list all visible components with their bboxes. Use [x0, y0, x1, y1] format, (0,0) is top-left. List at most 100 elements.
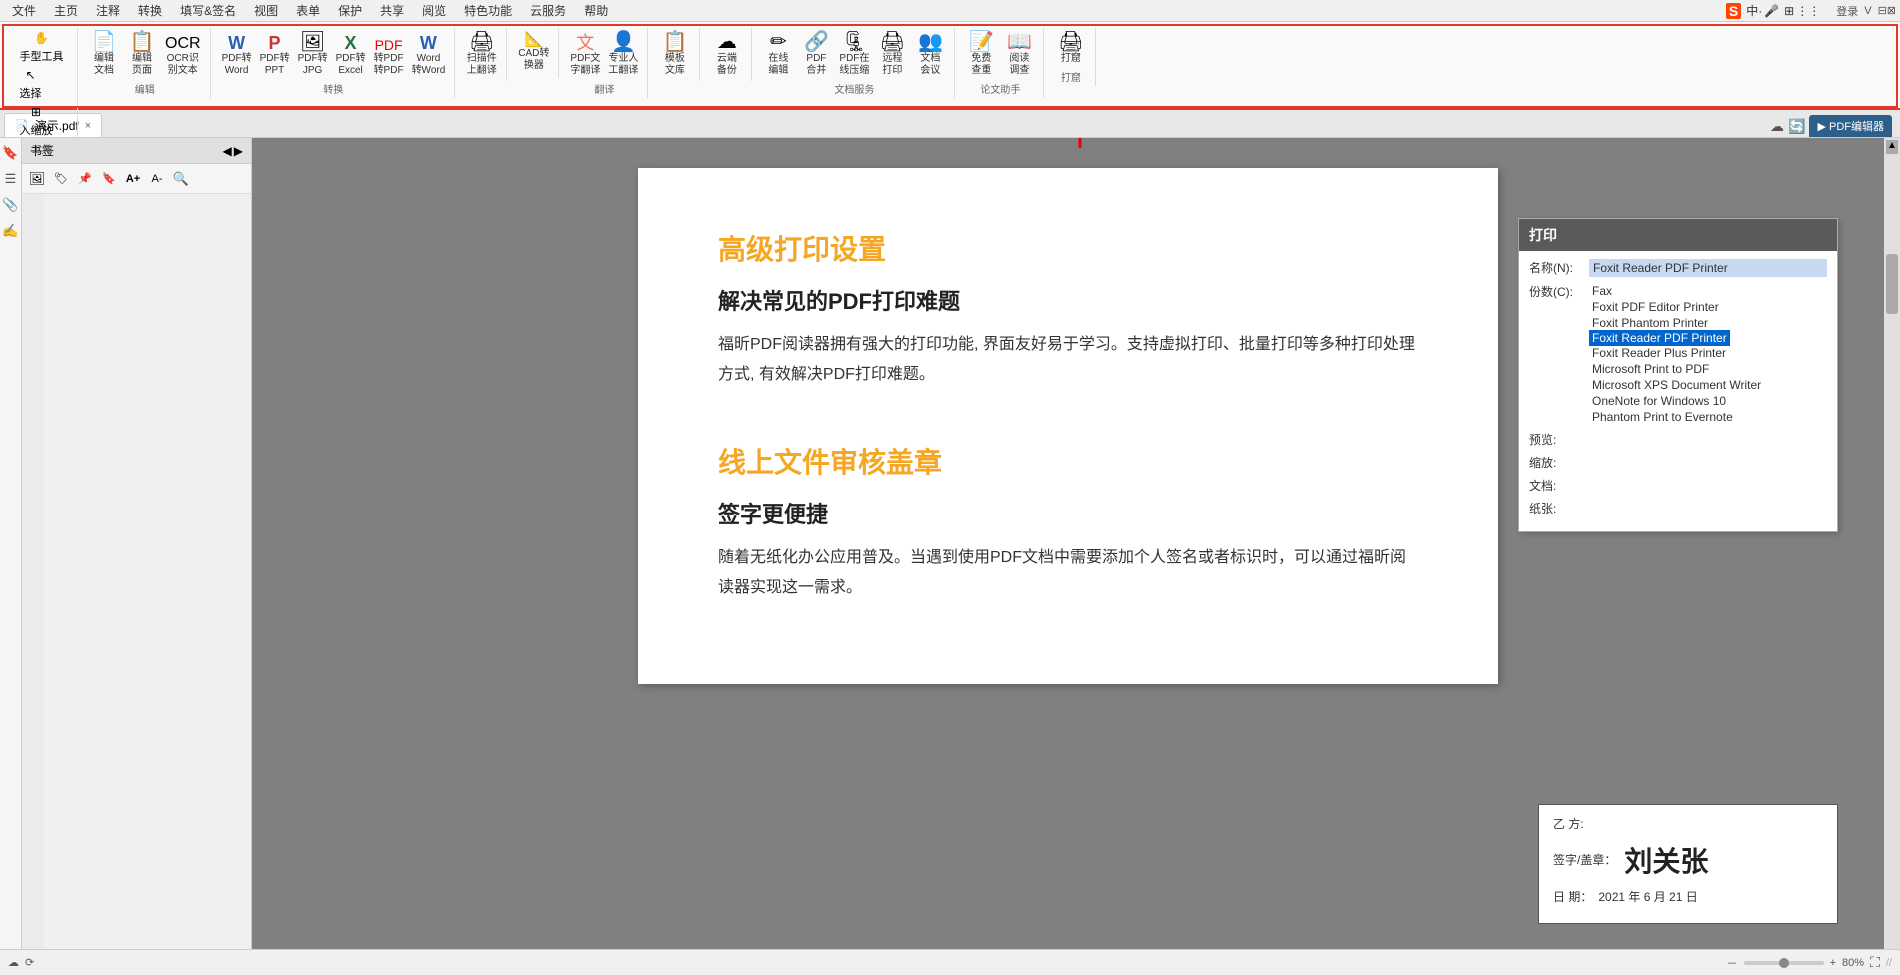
zoom-in-btn[interactable]: +	[1830, 957, 1836, 969]
section2-body: 随着无纸化办公应用普及。当遇到使用PDF文档中需要添加个人签名或者标识时，可以通…	[718, 543, 1418, 604]
signature-box: 乙 方: 签字/盖章： 刘关张 日 期： 2021 年 6 月 21 日	[1538, 804, 1838, 924]
cloud-btn[interactable]: ☁ 云端 备份	[709, 30, 745, 79]
sidebar-side-icons	[22, 194, 44, 975]
zoom-out-btn[interactable]: －	[1727, 955, 1738, 971]
sig-date-value: 2021 年 6 月 21 日	[1598, 888, 1697, 905]
scroll-indicator: //	[1886, 957, 1892, 969]
pdf-compress-btn[interactable]: 🗜 PDF在 线压缩	[836, 30, 872, 79]
edit-doc-btn[interactable]: 📄 编辑 文档	[86, 30, 122, 79]
print-btn[interactable]: 🖨 打窟	[1053, 30, 1089, 67]
menu-sign[interactable]: 填写&签名	[172, 0, 244, 21]
sidebar-mark1-btn[interactable]: 🏷	[50, 168, 72, 190]
sidebar-font-dec-btn[interactable]: A-	[146, 168, 168, 190]
pdf-to-ppt-btn[interactable]: P PDF转 PPT	[257, 32, 293, 79]
zoom-controls: － + 80% ⛶ //	[1727, 954, 1892, 971]
pdf-jpg-icon: 🖼	[300, 32, 325, 52]
pdf-word-icon: W	[228, 34, 245, 52]
print-icon: 🖨	[1058, 32, 1083, 52]
zoom-value: 80%	[1842, 957, 1864, 969]
sidebar-font-inc-btn[interactable]: A+	[122, 168, 144, 190]
menu-special[interactable]: 特色功能	[456, 0, 520, 21]
cad-group: 📐 CAD转 换器	[509, 28, 559, 78]
printer-foxit-reader[interactable]: Foxit Reader PDF Printer	[1589, 330, 1730, 346]
pdf-excel-icon: X	[345, 34, 357, 52]
fit-btn[interactable]: ⛶	[1870, 954, 1880, 971]
menu-view2[interactable]: 阅览	[414, 0, 454, 21]
printer-phantom-evernote[interactable]: Phantom Print to Evernote	[1589, 409, 1827, 425]
pdf-compress-icon: 🗜	[842, 32, 867, 52]
annotation-arrow	[1050, 138, 1110, 161]
professional-translate-btn[interactable]: 👤 专业人 工翻译	[605, 30, 641, 79]
cad-btn[interactable]: 📐 CAD转 换器	[515, 30, 552, 74]
pdf-content-area: 高级打印设置 解决常见的PDF打印难题 福昕PDF阅读器拥有强大的打印功能, 界…	[252, 138, 1884, 975]
menu-convert[interactable]: 转换	[130, 0, 170, 21]
menu-home[interactable]: 主页	[46, 0, 86, 21]
menu-file[interactable]: 文件	[4, 0, 44, 21]
printer-fax[interactable]: Fax	[1589, 283, 1827, 299]
menu-share[interactable]: 共享	[372, 0, 412, 21]
scrollbar-area[interactable]: ▲ ▼	[1884, 138, 1900, 975]
printer-foxit-phantom[interactable]: Foxit Phantom Printer	[1589, 315, 1827, 331]
menu-form[interactable]: 表单	[288, 0, 328, 21]
online-group-label: 文档服务	[834, 81, 874, 96]
sidebar-mark3-btn[interactable]: 🔖	[98, 168, 120, 190]
scrollbar-thumb[interactable]	[1886, 254, 1898, 314]
hand-tool-btn[interactable]: ✋ 手型工具	[18, 30, 66, 65]
free-check-btn[interactable]: 📝 免费 查重	[963, 30, 999, 79]
cloud-icon: ☁	[717, 32, 737, 52]
login-btn[interactable]: 登录	[1836, 3, 1858, 19]
template-btn[interactable]: 📋 模板 文库	[657, 30, 693, 79]
edit-group-label: 编辑	[135, 81, 155, 96]
sidebar-image-btn[interactable]: 🖼	[26, 168, 48, 190]
reading-assist-btn[interactable]: 📖 阅读 调查	[1001, 30, 1037, 79]
printer-foxit-editor[interactable]: Foxit PDF Editor Printer	[1589, 299, 1827, 315]
menu-protect[interactable]: 保护	[330, 0, 370, 21]
sidebar-toolbar: 🖼 🏷 📌 🔖 A+ A- 🔍	[22, 164, 251, 194]
pdf-merge-icon: 🔗	[804, 32, 829, 52]
status-sync: ⟳	[25, 956, 34, 969]
nav-layers[interactable]: ☰	[2, 170, 20, 188]
sidebar-mark2-btn[interactable]: 📌	[74, 168, 96, 190]
printer-onenote[interactable]: OneNote for Windows 10	[1589, 393, 1827, 409]
print-zoom-row: 缩放:	[1529, 454, 1827, 471]
menu-view[interactable]: 视图	[246, 0, 286, 21]
assistant-group: 📝 免费 查重 📖 阅读 调查 论文助手	[957, 28, 1044, 98]
print-paper-row: 纸张:	[1529, 500, 1827, 517]
reading-assist-icon: 📖	[1007, 32, 1032, 52]
pdf-ppt-icon: P	[269, 34, 281, 52]
to-pdf-icon: PDF	[375, 38, 403, 52]
nav-attachments[interactable]: 📎	[2, 196, 20, 214]
zoom-slider[interactable]	[1744, 961, 1824, 965]
to-pdf-btn[interactable]: PDF 转PDF 转PDF	[371, 36, 407, 79]
scan-btn[interactable]: 🖨 扫描件 上翻译	[464, 30, 500, 79]
print-doc-label: 文档:	[1529, 477, 1589, 494]
print-name-value[interactable]: Foxit Reader PDF Printer	[1589, 259, 1827, 277]
sidebar-thumbnails	[44, 194, 251, 975]
printer-foxit-plus[interactable]: Foxit Reader Plus Printer	[1589, 345, 1827, 361]
meeting-btn[interactable]: 👥 文档 会议	[912, 30, 948, 79]
edit-page-btn[interactable]: 📋 编辑 页面	[124, 30, 160, 79]
word-to-pdf-btn[interactable]: W Word 转Word	[409, 32, 449, 79]
sidebar-search-btn[interactable]: 🔍	[170, 168, 192, 190]
menu-cloud[interactable]: 云服务	[522, 0, 574, 21]
meeting-icon: 👥	[918, 32, 943, 52]
remote-print-btn[interactable]: 🖨 远程 打印	[874, 30, 910, 79]
menu-help[interactable]: 帮助	[576, 0, 616, 21]
pdf-translate-btn[interactable]: 文 PDF文 字翻译	[567, 32, 603, 79]
printer-list: Fax Foxit PDF Editor Printer Foxit Phant…	[1589, 283, 1827, 425]
section2-subtitle: 签字更便捷	[718, 497, 1418, 529]
section2-title: 线上文件审核盖章	[718, 441, 1418, 481]
menu-annotate[interactable]: 注释	[88, 0, 128, 21]
printer-ms-xps[interactable]: Microsoft XPS Document Writer	[1589, 377, 1827, 393]
pdf-to-excel-btn[interactable]: X PDF转 Excel	[333, 32, 369, 79]
ocr-btn[interactable]: OCR OCR识 别文本	[162, 34, 204, 79]
pdf-merge-btn[interactable]: 🔗 PDF 合并	[798, 30, 834, 79]
indent-btn[interactable]: ⊞ 入缩放	[18, 104, 55, 139]
online-edit-btn[interactable]: ✏ 在线 编辑	[760, 30, 796, 79]
pdf-to-jpg-btn[interactable]: 🖼 PDF转 JPG	[295, 30, 331, 79]
nav-signatures[interactable]: ✍	[2, 222, 20, 240]
printer-ms-pdf[interactable]: Microsoft Print to PDF	[1589, 361, 1827, 377]
sidebar-content	[22, 194, 251, 975]
select-btn[interactable]: ↖ 选择	[18, 67, 44, 102]
pdf-to-word-btn[interactable]: W PDF转 Word	[219, 32, 255, 79]
